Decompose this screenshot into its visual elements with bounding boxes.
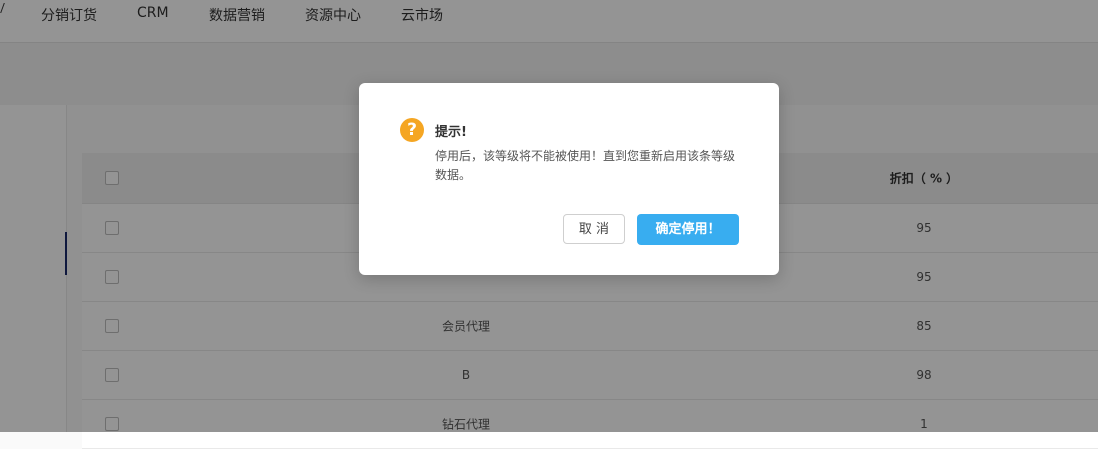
dialog-title: 提示! xyxy=(435,125,467,140)
question-icon: ? xyxy=(400,118,424,142)
confirm-disable-button[interactable]: 确定停用！ xyxy=(637,214,739,245)
dialog-message: 停用后，该等级将不能被使用！直到您重新启用该条等级数据。 xyxy=(435,149,736,182)
confirm-dialog: ? 提示! 停用后，该等级将不能被使用！直到您重新启用该条等级数据。 取 消 确… xyxy=(359,83,779,275)
cancel-button[interactable]: 取 消 xyxy=(563,214,625,244)
